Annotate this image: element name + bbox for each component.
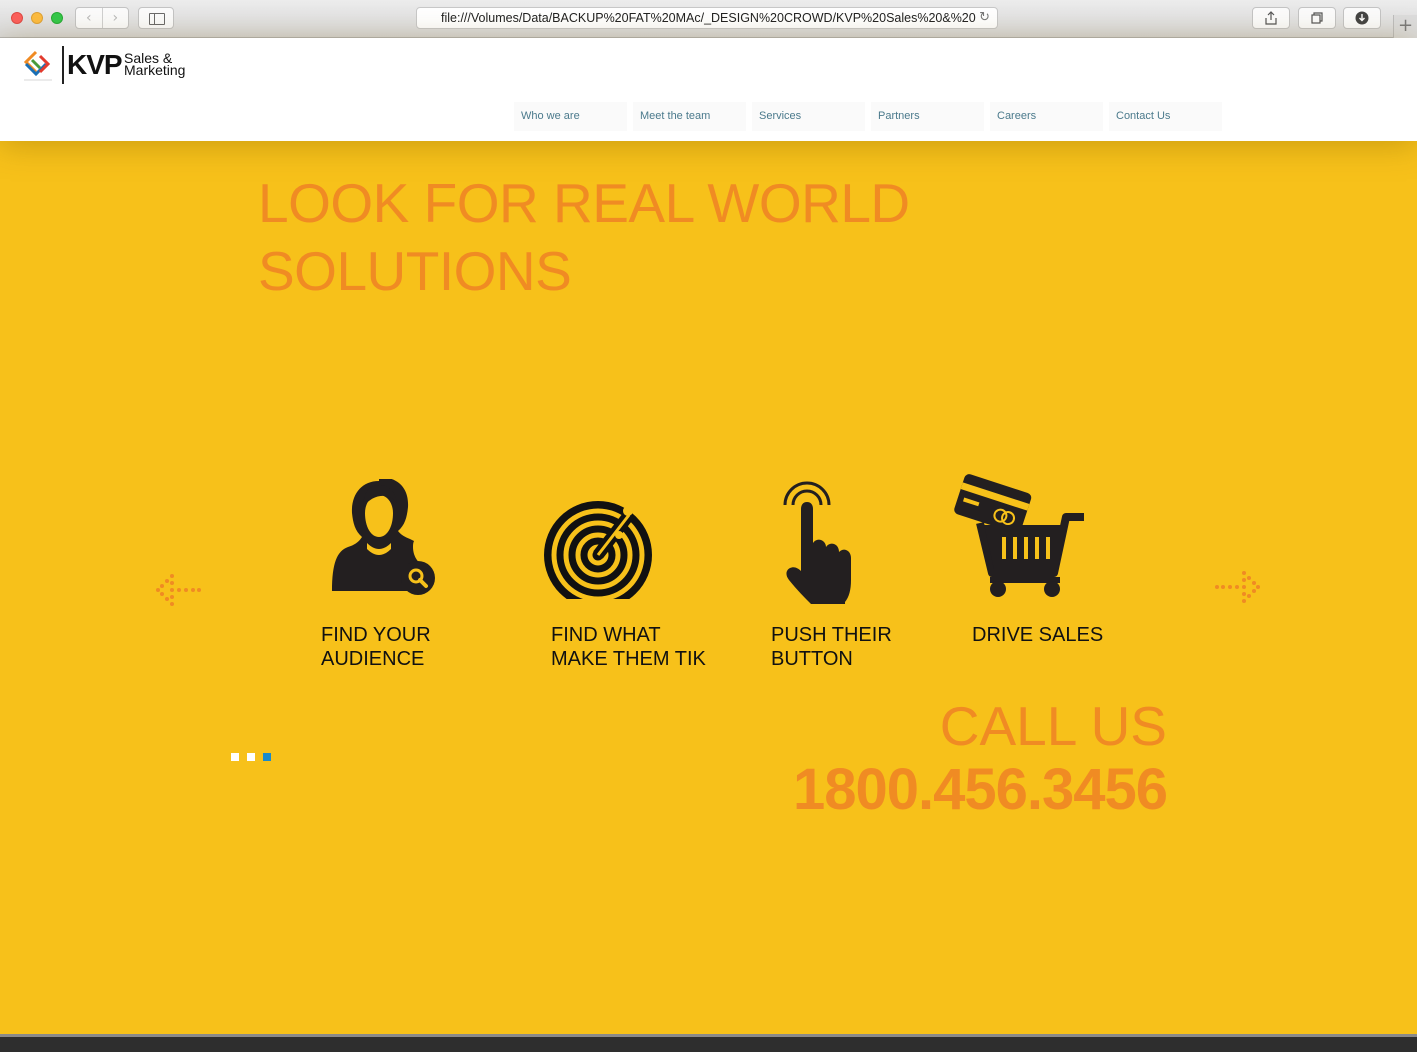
feature-drive-sales: DRIVE SALES [954,473,1154,646]
logo-kvp-text: KVP [67,49,123,80]
carousel-indicators [231,753,271,761]
carousel-dot-2[interactable] [247,753,255,761]
hero-section: LOOK FOR REAL WORLD SOLUTIONS FIND YOUR … [0,141,1417,1034]
carousel-dot-1[interactable] [231,753,239,761]
feature-label-line2: MAKE THEM TIK [551,648,706,670]
feature-label-line2: BUTTON [771,648,853,670]
plus-icon: + [1397,15,1414,36]
sidebar-toggle-button[interactable] [138,7,174,29]
feature-label-line2: AUDIENCE [321,648,425,670]
feature-label-line1: FIND WHAT [551,624,661,646]
carousel-dot-3-active[interactable] [263,753,271,761]
phone-number[interactable]: 1800.456.3456 [793,759,1168,821]
chevron-left-icon: ‹ [85,10,92,26]
minimize-window-button[interactable] [31,12,43,24]
logo-subtitle: Sales & Marketing [124,51,204,78]
nav-who-we-are[interactable]: Who we are [514,102,627,131]
radar-icon [544,501,652,599]
nav-meet-the-team[interactable]: Meet the team [633,102,746,131]
carousel-prev-arrow-icon[interactable] [155,573,201,607]
feature-find-audience: FIND YOUR AUDIENCE [321,479,521,670]
tabs-button[interactable] [1298,7,1336,29]
main-nav: Who we are Meet the team Services Partne… [514,102,1222,131]
nav-partners[interactable]: Partners [871,102,984,131]
feature-drive-sales-label: DRIVE SALES [972,623,1172,647]
feature-label-line1: PUSH THEIR [771,624,892,646]
feature-find-audience-label: FIND YOUR AUDIENCE [321,623,521,671]
logo-mark-icon [23,50,52,81]
logo-divider [62,46,64,84]
forward-button[interactable]: › [101,8,129,28]
logo-sub-line2: Marketing [124,62,186,78]
nav-services[interactable]: Services [752,102,865,131]
back-button[interactable]: ‹ [76,8,102,28]
hero-title-line2: SOLUTIONS [258,240,572,302]
zoom-window-button[interactable] [51,12,63,24]
nav-careers[interactable]: Careers [990,102,1103,131]
downloads-button[interactable] [1343,7,1381,29]
reload-icon[interactable]: ↻ [979,8,990,28]
hero-title: LOOK FOR REAL WORLD SOLUTIONS [258,169,958,305]
tabs-icon [1311,12,1323,24]
chevron-right-icon: › [112,10,119,26]
person-search-icon [332,479,435,595]
url-text: file:///Volumes/Data/BACKUP%20FAT%20MAc/… [441,11,976,25]
download-icon [1355,11,1369,25]
carousel-next-arrow-icon[interactable] [1215,570,1261,604]
feature-find-what-label: FIND WHAT MAKE THEM TIK [551,623,751,671]
feature-find-what: FIND WHAT MAKE THEM TIK [544,479,751,670]
window-bottom-edge [0,1034,1417,1052]
shopping-cart-icon [954,474,1084,597]
feature-push-button-label: PUSH THEIR BUTTON [771,623,971,671]
feature-label-line1: DRIVE SALES [972,624,1104,646]
hand-pointer-icon [783,481,851,604]
share-button[interactable] [1252,7,1290,29]
hero-title-line1: LOOK FOR REAL WORLD [258,172,910,234]
feature-label-line1: FIND YOUR [321,624,431,646]
address-bar[interactable]: file:///Volumes/Data/BACKUP%20FAT%20MAc/… [416,7,998,29]
close-window-button[interactable] [11,12,23,24]
feature-push-button: PUSH THEIR BUTTON [771,479,971,670]
call-us-label: CALL US [939,695,1167,757]
new-tab-button[interactable]: + [1393,15,1417,38]
browser-toolbar: ‹ › file:///Volumes/Data/BACKUP%20FAT%20… [0,0,1417,38]
nav-contact-us[interactable]: Contact Us [1109,102,1222,131]
history-buttons: ‹ › [75,7,129,29]
site-header: KVP Sales & Marketing Who we are Meet th… [0,38,1417,141]
kvp-logo[interactable]: KVP Sales & Marketing [18,46,198,86]
share-icon [1265,11,1277,25]
